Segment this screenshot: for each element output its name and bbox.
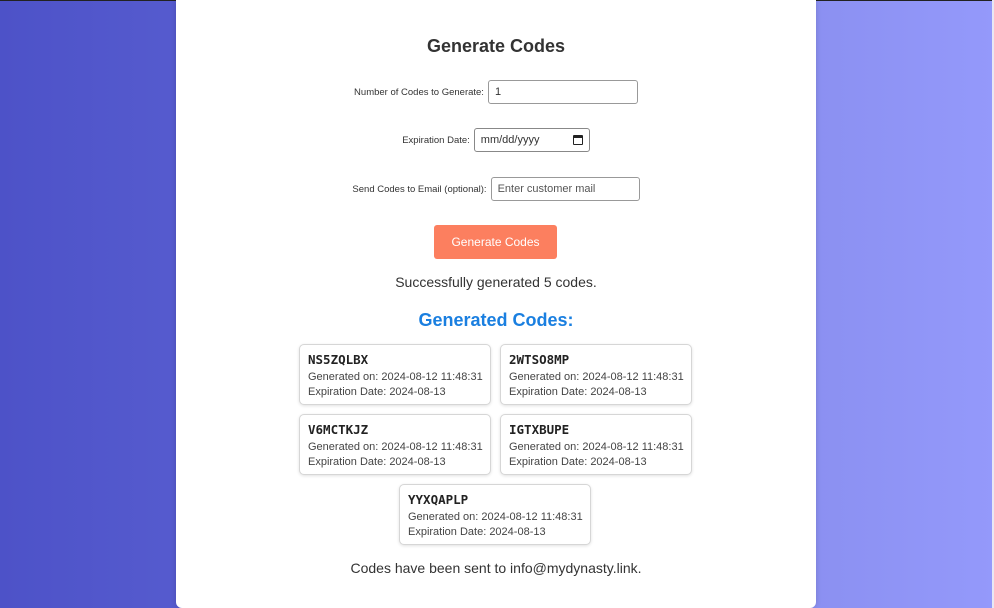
code-card: 2WTSO8MP Generated on: 2024-08-12 11:48:… <box>500 344 692 405</box>
code-generated-on: Generated on: 2024-08-12 11:48:31 <box>509 441 684 453</box>
code-generated-on: Generated on: 2024-08-12 11:48:31 <box>509 371 684 383</box>
email-label: Send Codes to Email (optional): <box>352 183 487 195</box>
expiration-date-placeholder: mm/dd/yyyy <box>480 134 540 146</box>
count-label: Number of Codes to Generate: <box>354 86 484 98</box>
generate-codes-panel: Generate Codes Number of Codes to Genera… <box>176 0 816 608</box>
code-expiration: Expiration Date: 2024-08-13 <box>408 526 546 538</box>
codes-sent-message: Codes have been sent to info@mydynasty.l… <box>350 560 642 576</box>
page-title: Generate Codes <box>426 36 566 56</box>
code-value: YYXQAPLP <box>408 492 469 507</box>
code-card: V6MCTKJZ Generated on: 2024-08-12 11:48:… <box>299 414 491 475</box>
code-expiration: Expiration Date: 2024-08-13 <box>509 386 647 398</box>
expiration-date-input[interactable]: mm/dd/yyyy <box>473 128 590 152</box>
success-message: Successfully generated 5 codes. <box>395 274 597 290</box>
code-expiration: Expiration Date: 2024-08-13 <box>308 386 446 398</box>
code-expiration: Expiration Date: 2024-08-13 <box>308 456 446 468</box>
code-card: NS5ZQLBX Generated on: 2024-08-12 11:48:… <box>299 344 491 405</box>
expiration-label: Expiration Date: <box>402 134 470 146</box>
code-generated-on: Generated on: 2024-08-12 11:48:31 <box>308 371 483 383</box>
code-value: 2WTSO8MP <box>509 352 570 367</box>
count-row: Number of Codes to Generate: <box>176 80 816 104</box>
expiration-row: Expiration Date: mm/dd/yyyy <box>176 128 816 152</box>
calendar-icon[interactable] <box>572 135 583 145</box>
code-card: YYXQAPLP Generated on: 2024-08-12 11:48:… <box>399 484 591 545</box>
email-input[interactable] <box>490 177 640 201</box>
code-value: IGTXBUPE <box>509 422 570 437</box>
generated-codes-heading: Generated Codes: <box>418 310 574 330</box>
email-row: Send Codes to Email (optional): <box>176 177 816 201</box>
code-generated-on: Generated on: 2024-08-12 11:48:31 <box>408 511 583 523</box>
code-value: NS5ZQLBX <box>308 352 369 367</box>
count-input[interactable] <box>487 80 638 104</box>
code-card: IGTXBUPE Generated on: 2024-08-12 11:48:… <box>500 414 692 475</box>
code-expiration: Expiration Date: 2024-08-13 <box>509 456 647 468</box>
generate-codes-button[interactable]: Generate Codes <box>434 225 557 259</box>
code-value: V6MCTKJZ <box>308 422 369 437</box>
code-generated-on: Generated on: 2024-08-12 11:48:31 <box>308 441 483 453</box>
